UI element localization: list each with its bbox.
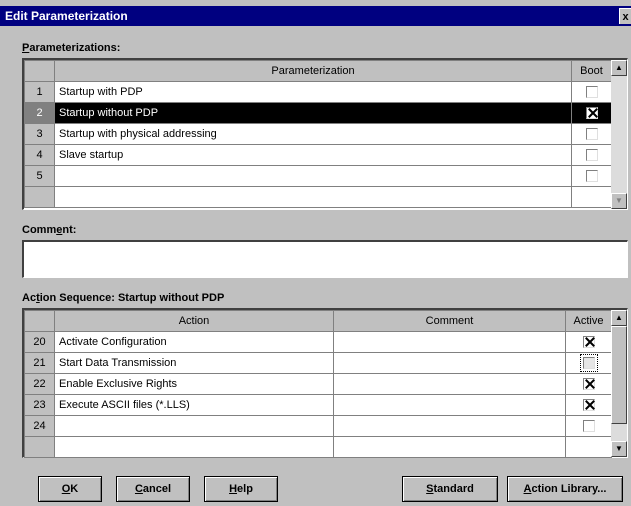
scroll-down-arrow-icon[interactable]: ▼ xyxy=(611,193,627,209)
boot-checkbox[interactable] xyxy=(585,170,598,183)
action-row[interactable]: 21 Start Data Transmission xyxy=(24,352,612,374)
active-checkbox[interactable] xyxy=(579,354,598,373)
row-number[interactable]: 5 xyxy=(24,165,55,187)
scroll-down-arrow-icon[interactable]: ▼ xyxy=(611,441,627,457)
scrollbar-thumb[interactable] xyxy=(611,326,627,424)
boot-cell[interactable] xyxy=(571,123,612,145)
action-name[interactable]: Start Data Transmission xyxy=(54,352,334,374)
parameterization-row[interactable]: 4 Slave startup xyxy=(24,144,612,166)
cancel-button[interactable]: Cancel xyxy=(116,476,190,502)
action-row[interactable]: 22 Enable Exclusive Rights xyxy=(24,373,612,395)
parameterizations-grid[interactable]: Parameterization Boot 1 Startup with PDP 2… xyxy=(22,58,628,210)
scroll-up-arrow-icon[interactable]: ▲ xyxy=(611,310,627,326)
action-name[interactable]: Enable Exclusive Rights xyxy=(54,373,334,395)
row-number[interactable]: 3 xyxy=(24,123,55,145)
action-comment[interactable] xyxy=(333,415,566,437)
action-row[interactable]: 24 xyxy=(24,415,612,437)
row-number[interactable] xyxy=(24,186,55,208)
boot-checkbox[interactable] xyxy=(585,107,598,120)
action-sequence-scrollbar[interactable]: ▲ ▼ xyxy=(611,310,627,457)
active-checkbox[interactable] xyxy=(582,378,595,391)
boot-cell[interactable] xyxy=(571,144,612,166)
action-library-button[interactable]: Action Library... xyxy=(507,476,623,502)
boot-cell[interactable] xyxy=(571,81,612,103)
active-checkbox[interactable] xyxy=(582,336,595,349)
parameterization-row[interactable]: 2 Startup without PDP xyxy=(24,102,612,124)
title-bar[interactable]: Edit Parameterization x xyxy=(0,6,631,26)
boot-cell[interactable] xyxy=(571,165,612,187)
active-column-header[interactable]: Active xyxy=(565,310,612,332)
edit-parameterization-dialog: Edit Parameterization x Parameterization… xyxy=(0,0,631,506)
action-comment[interactable] xyxy=(333,331,566,353)
boot-column-header[interactable]: Boot xyxy=(571,60,612,82)
comment-label: Comment: xyxy=(22,224,77,236)
parameterization-row[interactable]: 3 Startup with physical addressing xyxy=(24,123,612,145)
boot-checkbox[interactable] xyxy=(585,86,598,99)
comment-field[interactable] xyxy=(22,240,628,278)
action-column-header[interactable]: Action xyxy=(54,310,334,332)
active-checkbox[interactable] xyxy=(582,420,595,433)
row-number[interactable]: 23 xyxy=(24,394,55,416)
action-sequence-label: Action Sequence: Startup without PDP xyxy=(22,292,225,304)
corner-header xyxy=(24,310,55,332)
action-comment[interactable] xyxy=(333,394,566,416)
active-cell[interactable] xyxy=(565,331,612,353)
corner-header xyxy=(24,60,55,82)
active-checkbox[interactable] xyxy=(582,399,595,412)
active-cell[interactable] xyxy=(565,394,612,416)
close-icon[interactable]: x xyxy=(619,8,631,24)
row-number[interactable]: 22 xyxy=(24,373,55,395)
boot-cell[interactable] xyxy=(571,102,612,124)
active-cell[interactable] xyxy=(565,352,612,374)
row-number[interactable]: 20 xyxy=(24,331,55,353)
parameterization-column-header[interactable]: Parameterization xyxy=(54,60,572,82)
parameterization-name[interactable]: Slave startup xyxy=(54,144,572,166)
row-number[interactable]: 21 xyxy=(24,352,55,374)
action-row[interactable]: 23 Execute ASCII files (*.LLS) xyxy=(24,394,612,416)
parameterization-row[interactable]: 5 xyxy=(24,165,612,187)
window-title: Edit Parameterization xyxy=(5,9,128,23)
parameterization-name[interactable]: Startup without PDP xyxy=(54,102,572,124)
comment-column-header[interactable]: Comment xyxy=(333,310,566,332)
action-row[interactable]: 20 Activate Configuration xyxy=(24,331,612,353)
parameterization-row[interactable]: 1 Startup with PDP xyxy=(24,81,612,103)
boot-checkbox[interactable] xyxy=(585,149,598,162)
ok-button[interactable]: OK xyxy=(38,476,102,502)
row-number[interactable] xyxy=(24,436,55,458)
help-button[interactable]: Help xyxy=(204,476,278,502)
action-name[interactable]: Activate Configuration xyxy=(54,331,334,353)
parameterization-name[interactable] xyxy=(54,165,572,187)
action-comment[interactable] xyxy=(333,352,566,374)
row-number[interactable]: 24 xyxy=(24,415,55,437)
standard-button[interactable]: Standard xyxy=(402,476,498,502)
boot-checkbox[interactable] xyxy=(585,128,598,141)
action-comment[interactable] xyxy=(333,373,566,395)
row-number[interactable]: 2 xyxy=(24,102,55,124)
row-number[interactable]: 4 xyxy=(24,144,55,166)
parameterization-name[interactable]: Startup with PDP xyxy=(54,81,572,103)
row-number[interactable]: 1 xyxy=(24,81,55,103)
action-sequence-grid[interactable]: Action Comment Active 20 Activate Configu… xyxy=(22,308,628,458)
parameterizations-label: Parameterizations: xyxy=(22,42,121,54)
action-name[interactable] xyxy=(54,415,334,437)
active-cell[interactable] xyxy=(565,373,612,395)
parameterizations-scrollbar[interactable]: ▲ ▼ xyxy=(611,60,627,209)
active-cell[interactable] xyxy=(565,415,612,437)
scroll-up-arrow-icon[interactable]: ▲ xyxy=(611,60,627,76)
action-name[interactable]: Execute ASCII files (*.LLS) xyxy=(54,394,334,416)
parameterization-name[interactable]: Startup with physical addressing xyxy=(54,123,572,145)
